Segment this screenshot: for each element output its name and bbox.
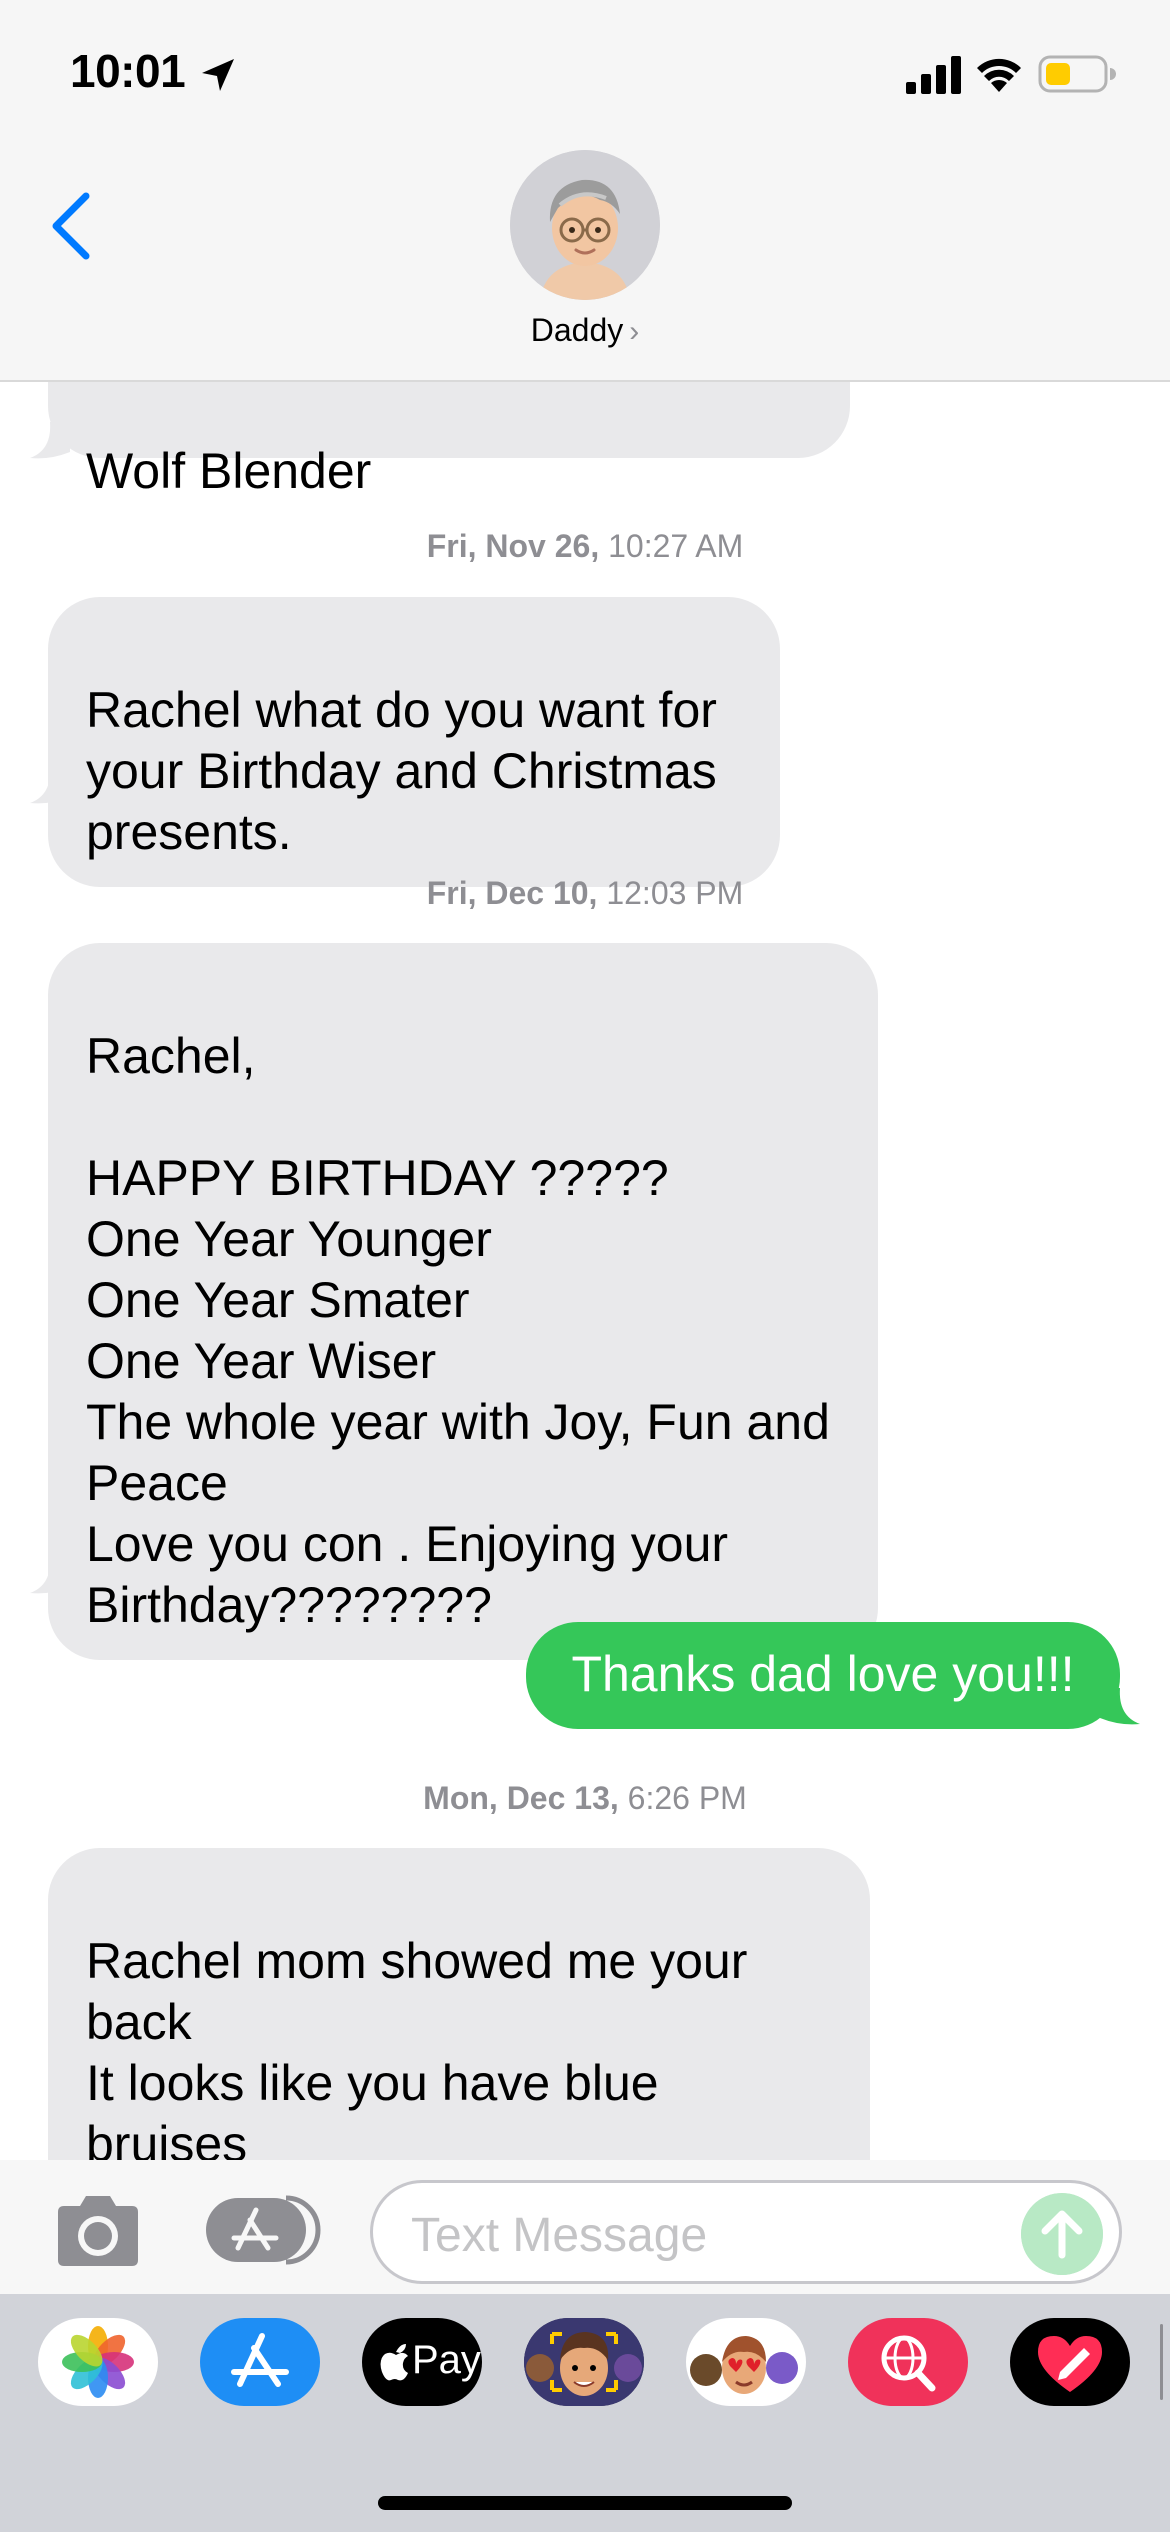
bubble-tail [30, 767, 70, 804]
back-chevron-icon[interactable] [46, 190, 96, 262]
conversation-header: 10:01 Daddy › [0, 0, 1170, 382]
web-search-app-button[interactable] [848, 2318, 968, 2406]
send-arrow-icon[interactable] [1021, 2193, 1103, 2275]
apple-pay-app-button[interactable]: Pay [362, 2318, 482, 2406]
timestamp-time: 12:03 PM [597, 875, 744, 911]
web-search-icon [881, 2335, 936, 2392]
memoji-stickers-app-button[interactable] [686, 2318, 806, 2406]
message-thread[interactable]: Wolf Blender Fri, Nov 26, 10:27 AM Rache… [0, 382, 1170, 2160]
contact-name-row[interactable]: Daddy › [0, 312, 1170, 349]
contact-chevron-icon: › [629, 315, 640, 348]
message-text: Rachel, HAPPY BIRTHDAY ????? One Year Yo… [86, 1028, 830, 1633]
message-text: Thanks dad love you!!! [571, 1646, 1075, 1702]
camera-icon[interactable] [50, 2194, 146, 2274]
timestamp-day: Mon, Dec 13, [423, 1780, 619, 1816]
message-input-bar [0, 2160, 1170, 2294]
received-message-partial[interactable]: Wolf Blender [48, 382, 850, 499]
timestamp-time: 10:27 AM [599, 528, 744, 564]
memoji-app-button[interactable] [524, 2318, 644, 2406]
bubble-tail [1100, 1688, 1140, 1725]
contact-name: Daddy [530, 312, 624, 348]
battery-icon [1038, 55, 1116, 93]
animoji-stickers-icon [690, 2336, 798, 2394]
drawer-scroll-divider [1160, 2324, 1163, 2400]
timestamp-day: Fri, Dec 10, [426, 875, 598, 911]
message-text: Rachel what do you want for your Birthda… [86, 682, 717, 860]
app-store-icon [231, 2333, 289, 2387]
imessage-app-drawer: Pay [0, 2294, 1170, 2532]
text-message-field[interactable] [370, 2180, 1122, 2284]
memoji-avatar-icon [510, 150, 660, 300]
cellular-signal-icon [906, 56, 961, 94]
sent-message[interactable]: Thanks dad love you!!! [526, 1622, 1120, 1729]
apple-pay-label: Pay [412, 2338, 481, 2382]
timestamp: Mon, Dec 13, 6:26 PM [0, 1780, 1170, 1817]
digital-touch-app-button[interactable] [1010, 2318, 1130, 2406]
received-message[interactable]: Rachel, HAPPY BIRTHDAY ????? One Year Yo… [48, 943, 878, 1660]
memoji-icon [524, 2318, 644, 2406]
photos-icon [62, 2326, 134, 2398]
status-bar: 10:01 [0, 0, 1170, 150]
received-message[interactable]: Rachel what do you want for your Birthda… [48, 597, 780, 887]
home-indicator[interactable] [378, 2496, 792, 2510]
timestamp-day: Fri, Nov 26, [426, 528, 600, 564]
digital-touch-icon [1038, 2336, 1102, 2392]
apple-pay-icon [380, 2344, 408, 2381]
message-text: Rachel mom showed me your back It looks … [86, 1933, 748, 2160]
contact-avatar[interactable] [510, 150, 660, 300]
message-text: Wolf Blender [86, 443, 372, 499]
status-time: 10:01 [70, 45, 186, 97]
timestamp: Fri, Nov 26, 10:27 AM [0, 528, 1170, 565]
received-message[interactable]: Rachel mom showed me your back It looks … [48, 1848, 870, 2160]
app-store-icon[interactable] [206, 2194, 322, 2266]
timestamp-time: 6:26 PM [618, 1780, 747, 1816]
wifi-icon [977, 58, 1021, 92]
text-message-input[interactable] [411, 2205, 1011, 2265]
timestamp: Fri, Dec 10, 12:03 PM [0, 875, 1170, 912]
bubble-tail [30, 422, 70, 459]
location-arrow-icon [202, 59, 234, 91]
bubble-tail [30, 1557, 70, 1594]
photos-app-button[interactable] [38, 2318, 158, 2406]
app-store-app-button[interactable] [200, 2318, 320, 2406]
